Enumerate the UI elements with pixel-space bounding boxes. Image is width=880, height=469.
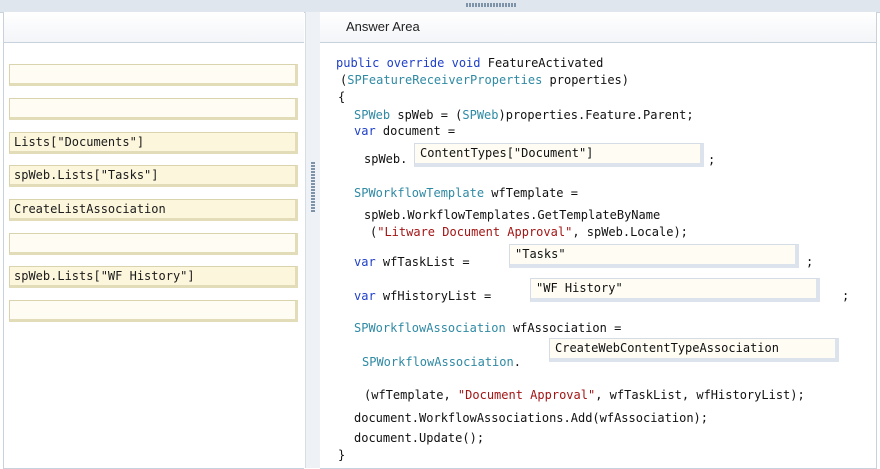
code-line: (wfTemplate, "Document Approval", wfTask…: [364, 388, 805, 402]
code-string: "Litware Document Approval": [377, 225, 573, 239]
code-text: (wfTemplate,: [364, 388, 458, 402]
grip-icon[interactable]: [466, 3, 516, 7]
answer-slot-task-list[interactable]: "Tasks": [509, 244, 799, 268]
answer-area-panel: Answer Area public override void Feature…: [320, 12, 877, 469]
code-text: ;: [842, 289, 850, 303]
choice-item-empty[interactable]: [9, 98, 298, 120]
code-text: document.Update();: [354, 431, 485, 445]
code-line: SPWorkflowAssociation wfAssociation =: [354, 321, 621, 335]
code-line: SPWorkflowAssociation.: [362, 355, 521, 369]
choices-panel: Lists["Documents"] spWeb.Lists["Tasks"] …: [3, 12, 304, 469]
code-text: FeatureActivated: [480, 56, 604, 70]
choice-item-empty[interactable]: [9, 233, 298, 255]
code-text: spWeb = (: [390, 108, 463, 122]
code-text: wfTemplate =: [484, 186, 578, 200]
code-text: document.WorkflowAssociations.Add(wfAsso…: [354, 411, 709, 425]
choice-item-empty[interactable]: [9, 300, 298, 322]
code-text: document =: [375, 124, 456, 138]
code-type: SPWorkflowAssociation: [354, 321, 506, 335]
code-text: spWeb.: [364, 152, 408, 166]
code-type: SPFeatureReceiverProperties: [347, 73, 543, 87]
code-text: wfTaskList =: [375, 255, 470, 269]
choices-header: [4, 12, 304, 43]
choice-item-empty[interactable]: [9, 64, 298, 86]
code-line: SPWeb spWeb = (SPWeb)properties.Feature.…: [354, 108, 694, 122]
code-line: public override void FeatureActivated: [336, 56, 603, 70]
code-line: document.Update();: [354, 431, 484, 445]
answer-area-header: Answer Area: [320, 12, 876, 43]
code-keyword: var: [354, 124, 376, 138]
code-line: (SPFeatureReceiverProperties properties): [340, 73, 629, 87]
code-line: var document =: [354, 124, 455, 138]
code-keyword: var: [354, 255, 376, 269]
code-text: wfAssociation =: [505, 321, 622, 335]
choice-item-tasks-list[interactable]: spWeb.Lists["Tasks"]: [9, 165, 298, 187]
code-type: SPWorkflowAssociation: [362, 355, 514, 369]
code-line: var wfTaskList =: [354, 255, 470, 269]
code-text: )properties.Feature.Parent;: [498, 108, 694, 122]
code-line: ("Litware Document Approval", spWeb.Loca…: [370, 225, 688, 239]
answer-slot-content-types[interactable]: ContentTypes["Document"]: [414, 143, 704, 167]
code-line: spWeb.WorkflowTemplates.GetTemplateByNam…: [364, 208, 660, 222]
code-text: , spWeb.Locale);: [572, 225, 688, 239]
code-text: ;: [708, 153, 716, 167]
choice-item-lists-documents[interactable]: Lists["Documents"]: [9, 132, 298, 154]
code-string: "Document Approval": [457, 388, 596, 402]
code-keyword: var: [354, 289, 376, 303]
code-type: SPWeb: [354, 108, 391, 122]
code-line: document.WorkflowAssociations.Add(wfAsso…: [354, 411, 708, 425]
code-text: properties): [542, 73, 630, 87]
code-text: {: [338, 90, 346, 104]
code-text: ;: [806, 255, 814, 269]
code-keyword: public override void: [336, 56, 481, 70]
code-type: SPWorkflowTemplate: [354, 186, 485, 200]
code-text: spWeb.WorkflowTemplates.GetTemplateByNam…: [364, 208, 661, 222]
choice-item-create-list-association[interactable]: CreateListAssociation: [9, 199, 298, 221]
vertical-splitter[interactable]: [305, 12, 321, 468]
answer-slot-association[interactable]: CreateWebContentTypeAssociation: [549, 338, 839, 362]
code-line: }: [338, 448, 345, 462]
answer-area-title: Answer Area: [346, 19, 420, 34]
splitter-grip-icon[interactable]: [311, 162, 315, 212]
code-line: SPWorkflowTemplate wfTemplate =: [354, 186, 578, 200]
code-text: wfHistoryList =: [375, 289, 492, 303]
code-text: }: [338, 448, 346, 462]
code-line: var wfHistoryList =: [354, 289, 491, 303]
choice-item-wf-history-list[interactable]: spWeb.Lists["WF History"]: [9, 266, 298, 288]
code-text: , wfTaskList, wfHistoryList);: [595, 388, 805, 402]
code-line: {: [338, 90, 345, 104]
code-type: SPWeb: [462, 108, 499, 122]
code-text: .: [513, 355, 521, 369]
answer-slot-history-list[interactable]: "WF History": [530, 278, 820, 302]
